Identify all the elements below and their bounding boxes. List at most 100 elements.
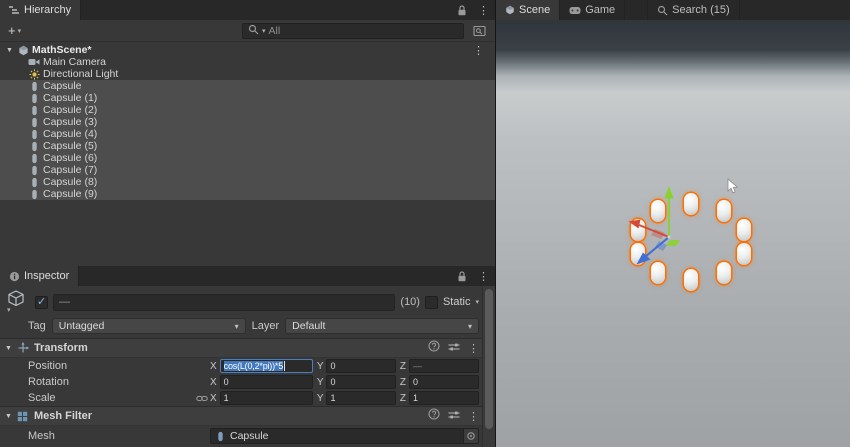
transform-icon bbox=[17, 342, 29, 354]
axis-label: Z bbox=[400, 377, 406, 388]
axis-label: Y bbox=[317, 393, 324, 404]
transform-row-label: Position bbox=[28, 360, 196, 372]
lock-icon[interactable] bbox=[452, 0, 472, 20]
layer-dropdown[interactable]: Default bbox=[285, 318, 479, 334]
capsule-icon bbox=[28, 188, 40, 200]
axis-label: X bbox=[210, 361, 217, 372]
mesh-object-field[interactable]: Capsule bbox=[210, 428, 479, 444]
hierarchy-item[interactable]: Capsule bbox=[0, 80, 495, 92]
static-checkbox[interactable] bbox=[425, 296, 438, 309]
tag-dropdown[interactable]: Untagged bbox=[52, 318, 246, 334]
rotation-x-field[interactable]: 0 bbox=[220, 375, 313, 389]
search-placeholder: All bbox=[269, 25, 281, 37]
foldout-icon[interactable]: ▼ bbox=[5, 345, 12, 352]
active-checkbox[interactable] bbox=[35, 296, 48, 309]
transform-row-label: Rotation bbox=[28, 376, 196, 388]
scene-capsule[interactable] bbox=[737, 243, 751, 265]
hierarchy-item-label: Capsule (1) bbox=[43, 92, 97, 104]
presets-icon[interactable] bbox=[448, 407, 460, 425]
mesh-filter-header[interactable]: ▼ Mesh Filter ⋮ bbox=[0, 406, 495, 426]
inspector-tabbar: Inspector ⋮ bbox=[0, 266, 495, 286]
scene-panel: Scene Game Search (15) bbox=[496, 0, 850, 447]
transform-title: Transform bbox=[34, 342, 88, 354]
static-chevron-icon[interactable]: ▾ bbox=[475, 298, 479, 306]
hierarchy-menu-icon[interactable]: ⋮ bbox=[472, 0, 495, 20]
presets-icon[interactable] bbox=[448, 339, 460, 357]
selection-count-badge: (10) bbox=[400, 296, 420, 308]
tab-game[interactable]: Game bbox=[560, 0, 625, 20]
hierarchy-scene-row[interactable]: ▼ MathScene* ⋮ bbox=[0, 44, 495, 56]
hierarchy-tree: ▼ MathScene* ⋮ Main CameraDirectional Li… bbox=[0, 42, 495, 266]
transform-row-scale: ScaleX1Y1Z1 bbox=[0, 390, 495, 406]
axis-label: Y bbox=[317, 361, 324, 372]
hierarchy-item[interactable]: Capsule (4) bbox=[0, 128, 495, 140]
hierarchy-items: Main CameraDirectional LightCapsuleCapsu… bbox=[0, 56, 495, 200]
transform-header[interactable]: ▼ Transform ⋮ bbox=[0, 338, 495, 358]
plus-icon: + bbox=[8, 23, 16, 38]
transform-menu-icon[interactable]: ⋮ bbox=[468, 342, 479, 355]
help-icon[interactable] bbox=[428, 407, 440, 425]
rotation-y-field[interactable]: 0 bbox=[326, 375, 395, 389]
scene-icon bbox=[17, 44, 29, 56]
scene-viewport[interactable] bbox=[496, 20, 850, 447]
mesh-filter-icon bbox=[17, 410, 29, 422]
rotation-z-field[interactable]: 0 bbox=[409, 375, 479, 389]
axis-label: X bbox=[210, 393, 217, 404]
tabbar-spacer bbox=[79, 266, 452, 286]
scene-menu-icon[interactable]: ⋮ bbox=[467, 44, 490, 57]
game-tab-icon bbox=[569, 6, 581, 15]
hierarchy-item[interactable]: Capsule (5) bbox=[0, 140, 495, 152]
mesh-filter-menu-icon[interactable]: ⋮ bbox=[468, 410, 479, 423]
hierarchy-item[interactable]: Capsule (3) bbox=[0, 116, 495, 128]
transform-row-label: Scale bbox=[28, 392, 196, 404]
gameobject-name-field[interactable]: — bbox=[53, 294, 395, 311]
hierarchy-item[interactable]: Capsule (2) bbox=[0, 104, 495, 116]
hierarchy-search-input[interactable]: ▾ All bbox=[242, 23, 464, 39]
search-window-icon[interactable] bbox=[468, 25, 491, 37]
inspector-scrollbar[interactable] bbox=[482, 286, 495, 447]
scale-y-field[interactable]: 1 bbox=[326, 391, 395, 405]
capsule-icon bbox=[28, 116, 40, 128]
transform-gizmo[interactable] bbox=[609, 175, 729, 295]
tab-hierarchy[interactable]: Hierarchy bbox=[0, 0, 81, 20]
gameobject-icon[interactable]: ▾ bbox=[6, 290, 30, 314]
tab-scene[interactable]: Scene bbox=[496, 0, 560, 20]
tab-search[interactable]: Search (15) bbox=[647, 0, 739, 20]
capsule-icon bbox=[28, 164, 40, 176]
foldout-icon[interactable]: ▼ bbox=[5, 47, 14, 54]
hierarchy-item[interactable]: Capsule (8) bbox=[0, 176, 495, 188]
add-object-button[interactable]: + ▾ bbox=[4, 23, 25, 38]
left-column: Hierarchy ⋮ + ▾ ▾ All bbox=[0, 0, 496, 447]
scale-z-field[interactable]: 1 bbox=[409, 391, 479, 405]
hierarchy-toolbar: + ▾ ▾ All bbox=[0, 20, 495, 42]
hierarchy-item[interactable]: Capsule (1) bbox=[0, 92, 495, 104]
tag-layer-row: Tag Untagged Layer Default bbox=[0, 316, 495, 338]
info-icon bbox=[9, 271, 20, 282]
object-picker-icon[interactable] bbox=[463, 429, 478, 443]
mesh-filter-title: Mesh Filter bbox=[34, 410, 92, 422]
transform-row-position: PositionXcos(L(0,2*pi))*5Y0Z— bbox=[0, 358, 495, 374]
hierarchy-item[interactable]: Capsule (7) bbox=[0, 164, 495, 176]
tab-inspector[interactable]: Inspector bbox=[0, 266, 79, 286]
hierarchy-item[interactable]: Main Camera bbox=[0, 56, 495, 68]
scene-capsule[interactable] bbox=[737, 219, 751, 241]
link-icon[interactable] bbox=[196, 394, 210, 403]
tab-search-label: Search (15) bbox=[672, 4, 729, 16]
lock-icon[interactable] bbox=[452, 266, 472, 286]
layer-label: Layer bbox=[252, 320, 280, 332]
foldout-icon[interactable]: ▼ bbox=[5, 413, 12, 420]
position-x-field[interactable]: cos(L(0,2*pi))*5 bbox=[220, 359, 313, 373]
hierarchy-item[interactable]: Capsule (9) bbox=[0, 188, 495, 200]
camera-icon bbox=[28, 56, 40, 68]
position-y-field[interactable]: 0 bbox=[326, 359, 395, 373]
hierarchy-item[interactable]: Capsule (6) bbox=[0, 152, 495, 164]
help-icon[interactable] bbox=[428, 339, 440, 357]
position-z-field[interactable]: — bbox=[409, 359, 479, 373]
gameobject-header: ▾ — (10) Static ▾ bbox=[0, 286, 495, 316]
hierarchy-item-label: Capsule (5) bbox=[43, 140, 97, 152]
scrollbar-thumb[interactable] bbox=[485, 289, 493, 429]
hierarchy-item-label: Directional Light bbox=[43, 68, 118, 80]
scale-x-field[interactable]: 1 bbox=[220, 391, 313, 405]
hierarchy-item[interactable]: Directional Light bbox=[0, 68, 495, 80]
inspector-menu-icon[interactable]: ⋮ bbox=[472, 266, 495, 286]
